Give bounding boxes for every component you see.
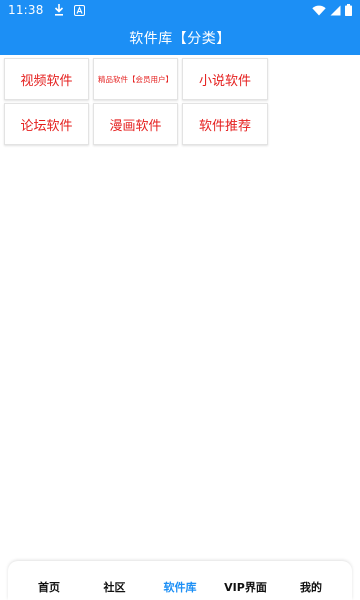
- wifi-icon: [312, 5, 326, 16]
- category-tile-forum[interactable]: 论坛软件: [4, 103, 89, 145]
- status-right: [312, 4, 352, 16]
- category-tile-video[interactable]: 视频软件: [4, 58, 89, 100]
- nav-item-software-library[interactable]: 软件库: [149, 579, 211, 595]
- page-title: 软件库【分类】: [129, 30, 231, 47]
- nav-item-profile[interactable]: 我的: [280, 579, 342, 595]
- status-bar: 11:38: [0, 0, 360, 20]
- download-icon: [54, 4, 64, 16]
- battery-icon: [345, 4, 352, 16]
- nav-item-community[interactable]: 社区: [84, 579, 146, 595]
- category-tile-premium[interactable]: 精品软件【会员用户】: [93, 58, 178, 100]
- signal-icon: [330, 5, 341, 16]
- app-screen: 11:38 软件库【分类】 视频软件 精品软件【会员用户】 小说软件 论坛软件 …: [0, 0, 360, 600]
- app-bar: 软件库【分类】: [0, 20, 360, 55]
- nav-item-home[interactable]: 首页: [18, 579, 80, 595]
- status-left: 11:38: [8, 3, 85, 17]
- bottom-nav: 首页 社区 软件库 VIP界面 我的: [8, 561, 352, 600]
- category-tile-recommended[interactable]: 软件推荐: [182, 103, 268, 145]
- nav-item-vip[interactable]: VIP界面: [215, 579, 277, 595]
- category-tile-comic[interactable]: 漫画软件: [93, 103, 178, 145]
- category-grid: 视频软件 精品软件【会员用户】 小说软件 论坛软件 漫画软件 软件推荐: [4, 58, 268, 145]
- category-tile-novel[interactable]: 小说软件: [182, 58, 268, 100]
- a-badge-icon: [73, 4, 85, 16]
- status-time: 11:38: [8, 3, 44, 17]
